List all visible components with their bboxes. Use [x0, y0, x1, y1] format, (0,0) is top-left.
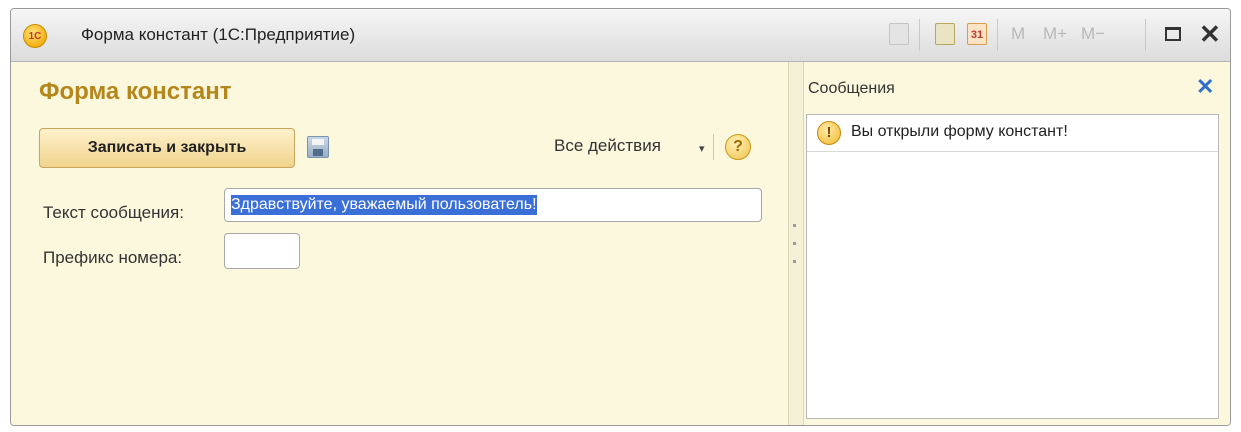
- memory-plus-button[interactable]: M+: [1043, 24, 1067, 44]
- message-text-value: Здравствуйте, уважаемый пользователь!: [231, 195, 537, 215]
- help-icon[interactable]: ?: [725, 134, 751, 160]
- message-text-field[interactable]: Здравствуйте, уважаемый пользователь!: [224, 188, 762, 222]
- toolbar-divider: [919, 19, 920, 51]
- calculator-icon[interactable]: [935, 23, 955, 45]
- splitter-grip: [793, 224, 796, 227]
- messages-title: Сообщения: [808, 80, 895, 97]
- calendar-icon[interactable]: 31: [967, 23, 987, 45]
- message-item[interactable]: ! Вы открыли форму констант!: [807, 115, 1218, 152]
- title-bar: 1С Форма констант (1С:Предприятие) 31 M …: [11, 9, 1230, 62]
- page-title: Форма констант: [39, 78, 232, 105]
- main-window: 1С Форма констант (1С:Предприятие) 31 M …: [10, 8, 1231, 426]
- messages-close-icon[interactable]: ✕: [1196, 74, 1214, 100]
- message-text: Вы открыли форму констант!: [851, 123, 1068, 140]
- panel-splitter[interactable]: [788, 62, 804, 425]
- memory-button[interactable]: M: [1011, 24, 1025, 44]
- messages-panel: Сообщения ✕ ! Вы открыли форму констант!: [804, 62, 1230, 425]
- memory-minus-button[interactable]: M−: [1081, 24, 1105, 44]
- message-text-label: Текст сообщения:: [43, 203, 184, 222]
- save-and-close-button[interactable]: Записать и закрыть: [39, 128, 295, 168]
- messages-list: ! Вы открыли форму констант!: [806, 114, 1219, 419]
- toolbar-divider: [997, 19, 998, 51]
- app-logo-icon[interactable]: 1С: [23, 24, 47, 48]
- all-actions-menu[interactable]: Все действия: [554, 136, 661, 156]
- toolbar-divider: [1145, 19, 1146, 51]
- maximize-icon[interactable]: [1165, 27, 1181, 41]
- splitter-grip: [793, 260, 796, 263]
- close-icon[interactable]: ✕: [1199, 21, 1221, 47]
- splitter-grip: [793, 242, 796, 245]
- chevron-down-icon[interactable]: ▾: [699, 142, 705, 155]
- form-area: Форма констант Записать и закрыть Все де…: [11, 62, 788, 425]
- number-prefix-label: Префикс номера:: [43, 248, 183, 267]
- window-title: Форма констант (1С:Предприятие): [81, 25, 356, 44]
- actions-divider: [713, 134, 714, 160]
- save-icon[interactable]: [307, 136, 329, 158]
- warning-icon: !: [817, 121, 841, 145]
- number-prefix-field[interactable]: [224, 233, 300, 269]
- print-icon[interactable]: [889, 23, 909, 45]
